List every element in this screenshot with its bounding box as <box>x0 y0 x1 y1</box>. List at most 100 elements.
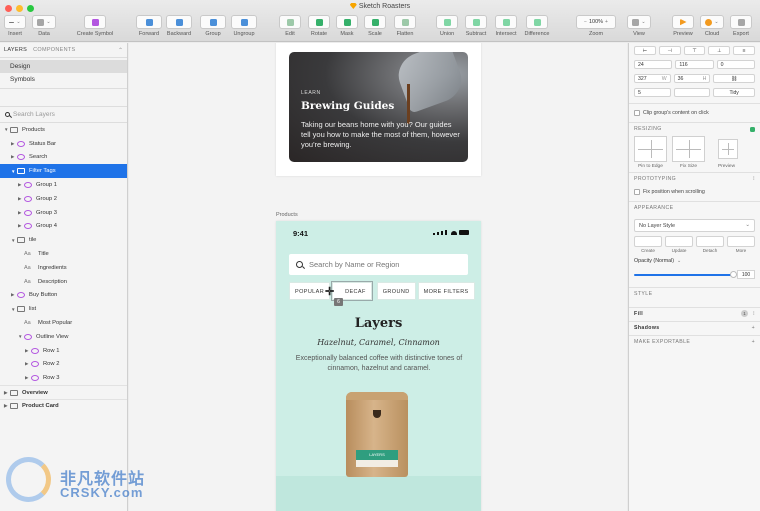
layer-row[interactable]: ▼ Outline View <box>0 330 127 344</box>
text-icon: Aa <box>24 278 31 285</box>
y-field[interactable]: 116 <box>675 60 714 69</box>
toolbar-scale[interactable]: Scale <box>364 15 386 37</box>
toolbar-backward[interactable]: Backward <box>164 15 194 37</box>
layer-row[interactable]: Aa Ingredients <box>0 261 127 275</box>
watermark-logo: 非凡软件站 CRSKY.com <box>2 455 162 507</box>
symbol-icon <box>17 140 25 147</box>
status-icons <box>433 230 469 235</box>
align-right-icon[interactable]: ⊤ <box>683 46 706 55</box>
brewing-guides-card[interactable]: LEARN Brewing Guides Taking our beans ho… <box>289 52 468 162</box>
toolbar-insert[interactable]: ⌄ Insert <box>4 15 26 37</box>
toolbar-union[interactable]: Union <box>436 15 458 37</box>
spacing-field-2[interactable] <box>673 88 711 97</box>
toolbar-difference[interactable]: Difference <box>522 15 552 37</box>
lock-ratio-icon[interactable]: ⛓ <box>713 74 756 83</box>
distribute-icon[interactable]: ≡ <box>733 46 755 55</box>
layer-row[interactable]: ▶ Status Bar <box>0 137 127 151</box>
artboard-label[interactable]: Products <box>276 212 298 218</box>
layer-row[interactable]: ▶ Group 2 <box>0 192 127 206</box>
toolbar-preview[interactable]: Preview <box>670 15 696 37</box>
layer-row[interactable]: ▼ Filter Tags <box>0 164 127 179</box>
page-design[interactable]: Design <box>0 60 127 73</box>
toolbar-zoom[interactable]: −100% + Zoom <box>576 15 616 37</box>
fill-row[interactable]: Fill 1 ⁞ <box>629 308 760 321</box>
filter-ground[interactable]: GROUND <box>376 282 416 300</box>
layer-row[interactable]: Aa Description <box>0 275 127 289</box>
opacity-field[interactable]: 100 <box>737 270 755 279</box>
guide-title: Brewing Guides <box>301 100 395 112</box>
toolbar-cloud[interactable]: ⌄ Cloud <box>700 15 724 37</box>
align-left-icon[interactable]: ⊢ <box>634 46 656 55</box>
update-style-button[interactable]: Update <box>665 236 693 254</box>
toolbar-group[interactable]: Group <box>200 15 226 37</box>
make-exportable-row[interactable]: MAKE EXPORTABLE + <box>629 336 760 349</box>
tab-components[interactable]: COMPONENTS <box>33 47 75 53</box>
layer-search[interactable]: Search Layers <box>0 106 127 123</box>
width-field[interactable]: 327 W <box>634 74 671 83</box>
play-icon <box>679 18 687 26</box>
toolbar-flatten[interactable]: Flatten <box>392 15 418 37</box>
page-symbols[interactable]: Symbols <box>0 73 127 86</box>
align-center-icon[interactable]: ⊣ <box>658 46 681 55</box>
more-style-button[interactable]: More <box>727 236 755 254</box>
layer-row[interactable]: Aa Title <box>0 247 127 261</box>
layer-row[interactable]: ▶ Row 1 <box>0 344 127 358</box>
fix-size-control[interactable] <box>672 136 705 162</box>
toolbar-view[interactable]: ⌄ View <box>627 15 651 37</box>
filter-popular[interactable]: POPULAR <box>289 282 331 300</box>
layer-row[interactable]: ▶ Group 4 <box>0 220 127 234</box>
spacing-field[interactable]: 5 <box>634 88 671 97</box>
layer-row[interactable]: ▶ Group 3 <box>0 206 127 220</box>
add-shadow-icon[interactable]: + <box>752 322 755 335</box>
height-field[interactable]: 36 H <box>673 74 711 83</box>
toolbar-forward[interactable]: Forward <box>136 15 162 37</box>
create-style-button[interactable]: Create <box>634 236 662 254</box>
toolbar-rotate[interactable]: Rotate <box>307 15 331 37</box>
filter-more[interactable]: MORE FILTERS <box>417 282 475 300</box>
layer-row[interactable]: ▶ Row 2 <box>0 358 127 372</box>
fix-position-option[interactable]: Fix position when scrolling <box>629 186 760 198</box>
products-artboard[interactable]: 9:41 Search by Name or Region POPULAR DE… <box>276 221 481 511</box>
layer-row[interactable]: ▼ list <box>0 302 127 316</box>
canvas[interactable]: LEARN Brewing Guides Taking our beans ho… <box>129 43 627 511</box>
rotation-field[interactable]: 0 <box>716 60 755 69</box>
layer-row[interactable]: ▶ Buy Button <box>0 289 127 303</box>
layer-row[interactable]: Aa Most Popular <box>0 316 127 330</box>
fix-position-checkbox[interactable] <box>634 189 640 195</box>
toolbar-subtract[interactable]: Subtract <box>462 15 490 37</box>
more-icon[interactable]: ⁞ <box>753 311 755 317</box>
toolbar-create-symbol[interactable]: Create Symbol <box>74 15 116 37</box>
layer-row[interactable]: ▼ Products <box>0 123 127 137</box>
clip-group-option[interactable]: Clip group's content on click <box>629 107 760 119</box>
tab-layers[interactable]: LAYERS <box>4 47 27 53</box>
pin-edge-control[interactable] <box>634 136 667 162</box>
layer-style-select[interactable]: No Layer Style <box>634 219 755 232</box>
align-top-icon[interactable]: ⊥ <box>708 46 731 55</box>
x-field[interactable]: 24 <box>634 60 673 69</box>
toolbar-ungroup[interactable]: Ungroup <box>229 15 259 37</box>
toolbar-data[interactable]: ⌄ Data <box>32 15 56 37</box>
opacity-slider-handle[interactable] <box>730 270 737 278</box>
detach-style-button[interactable]: Detach <box>696 236 724 254</box>
layer-row[interactable]: ▶ Product Card <box>0 398 127 413</box>
layer-row[interactable]: ▶ Overview <box>0 385 127 399</box>
layer-row[interactable]: ▶ Group 1 <box>0 178 127 192</box>
opacity-slider[interactable] <box>634 270 737 278</box>
toolbar-intersect[interactable]: Intersect <box>492 15 520 37</box>
layer-row[interactable]: ▼ tile <box>0 233 127 247</box>
toolbar-export[interactable]: Export <box>730 15 752 37</box>
more-icon[interactable]: ⁞ <box>753 173 755 186</box>
toolbar-mask[interactable]: Mask <box>336 15 358 37</box>
clip-group-checkbox[interactable] <box>634 110 640 116</box>
layer-row[interactable]: ▶ Row 3 <box>0 371 127 385</box>
layer-row[interactable]: ▶ Search <box>0 151 127 165</box>
tidy-button[interactable]: Tidy <box>713 88 756 97</box>
shadows-row[interactable]: Shadows + <box>629 322 760 335</box>
brewing-guides-artboard[interactable]: LEARN Brewing Guides Taking our beans ho… <box>276 43 481 176</box>
search-input[interactable]: Search by Name or Region <box>289 254 468 275</box>
resizing-icon[interactable] <box>750 127 755 132</box>
toolbar-edit[interactable]: Edit <box>279 15 301 37</box>
chevron-up-icon[interactable]: ⌃ <box>118 47 123 54</box>
add-export-icon[interactable]: + <box>752 336 755 349</box>
layer-name: Most Popular <box>38 320 73 327</box>
